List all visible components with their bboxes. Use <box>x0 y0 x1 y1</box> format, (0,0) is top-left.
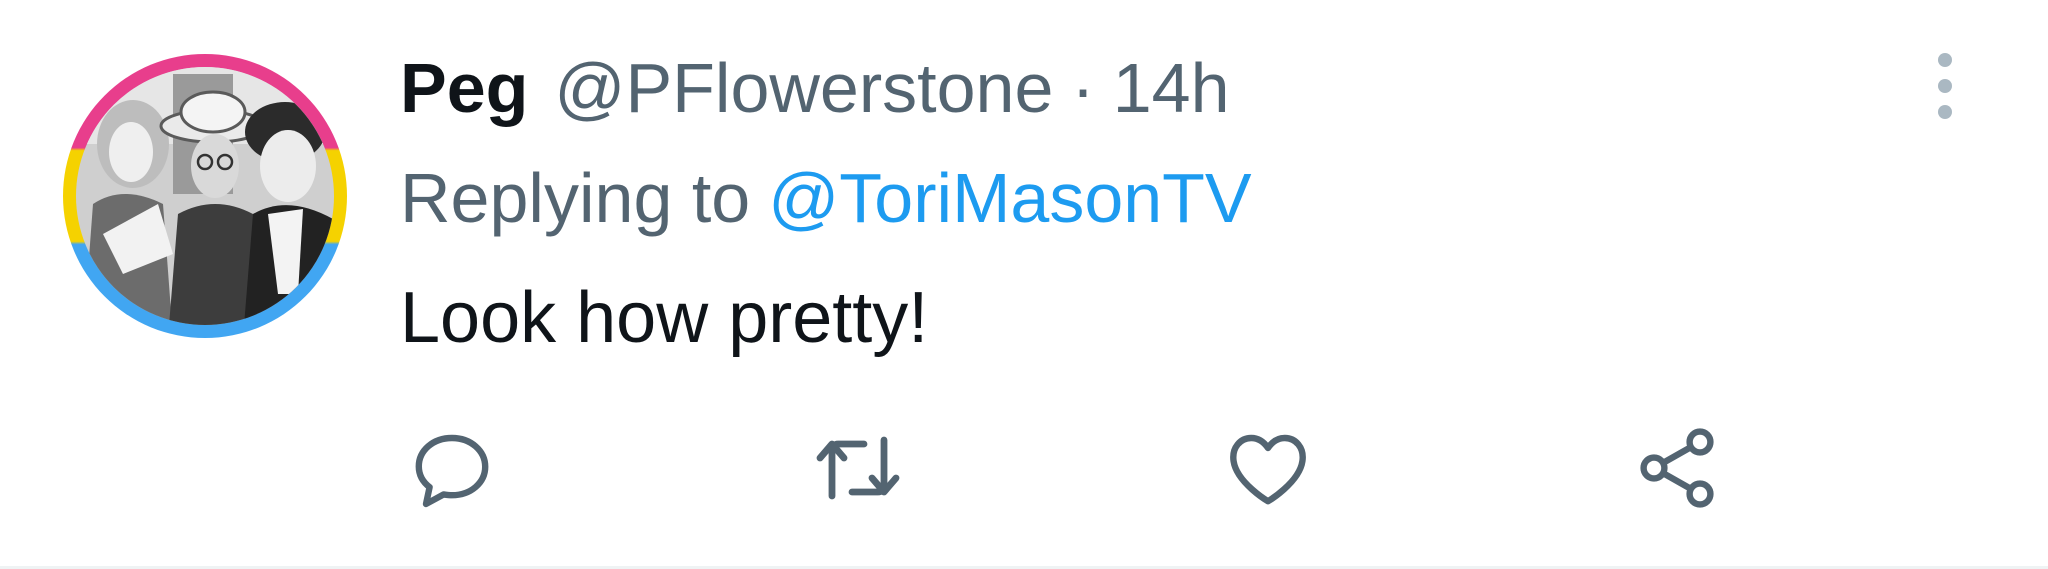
avatar[interactable] <box>63 54 347 338</box>
like-icon <box>1230 434 1306 505</box>
tweet-header: Peg @PFlowerstone · 14h <box>400 38 1230 138</box>
timestamp[interactable]: 14h <box>1113 53 1230 123</box>
replying-to-line: Replying to @ToriMasonTV <box>400 148 1252 248</box>
author-handle[interactable]: @PFlowerstone <box>554 53 1053 123</box>
separator-dot: · <box>1071 49 1095 127</box>
share-button[interactable] <box>1630 420 1726 516</box>
replying-prefix: Replying to <box>400 159 751 237</box>
tweet-text: Look how pretty! <box>400 278 929 358</box>
more-vertical-icon <box>1938 53 1952 119</box>
more-options-button[interactable] <box>1918 46 1972 126</box>
share-icon <box>1640 428 1714 508</box>
like-button[interactable] <box>1220 420 1316 516</box>
retweet-icon <box>816 436 900 500</box>
tweet-card[interactable]: Peg @PFlowerstone · 14h Replying to @Tori… <box>0 0 2048 569</box>
reply-icon <box>415 434 489 508</box>
reply-button[interactable] <box>404 420 500 516</box>
replying-mention-link[interactable]: @ToriMasonTV <box>768 159 1251 237</box>
retweet-button[interactable] <box>810 420 906 516</box>
author-name[interactable]: Peg <box>400 53 528 123</box>
